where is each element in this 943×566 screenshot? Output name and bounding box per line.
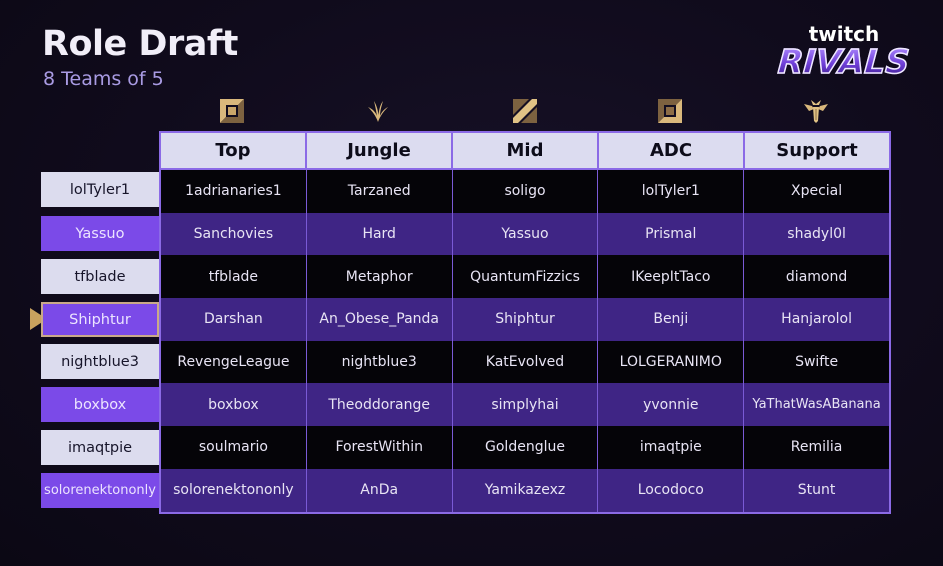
player-cell: Xpecial — [791, 183, 843, 200]
table-row: soulmario ForestWithin Goldenglue imaqtp… — [161, 426, 889, 469]
column-header-adc: ADC — [599, 133, 745, 168]
player-cell: Metaphor — [307, 255, 453, 299]
captain-button[interactable]: solorenektononly — [41, 473, 159, 508]
player-cell: Goldenglue — [453, 426, 599, 469]
jungle-icon — [365, 98, 391, 124]
player-cell: diamond — [785, 268, 848, 285]
captain-name: Shiphtur — [69, 311, 131, 328]
player-cell: solorenektononly — [161, 468, 307, 512]
player-cell: Swifte — [795, 354, 839, 371]
captain-name: nightblue3 — [61, 353, 139, 370]
column-header-mid: Mid — [453, 133, 599, 168]
mid-lane-icon — [512, 98, 538, 124]
table-row: tfblade Metaphor QuantumFizzics IKeepItT… — [161, 255, 889, 299]
player-cell: Locodoco — [598, 468, 745, 512]
player-cell: shadyl0l — [787, 226, 846, 243]
player-cell: LOLGERANIMO — [598, 340, 745, 384]
player-cell: Darshan — [161, 298, 307, 341]
role-draft-screen: Role Draft 8 Teams of 5 twitch RIVALS lo… — [0, 0, 943, 566]
player-cell: lolTyler1 — [598, 170, 745, 213]
player-cell: Remilia — [790, 439, 843, 456]
player-cell: Hard — [307, 212, 453, 256]
player-cell: imaqtpie — [598, 426, 745, 469]
column-header-support: Support — [776, 140, 858, 161]
captain-name: lolTyler1 — [69, 181, 131, 198]
table-row: RevengeLeague nightblue3 KatEvolved LOLG… — [161, 340, 889, 384]
player-cell: KatEvolved — [453, 340, 599, 384]
table-row: solorenektononly AnDa Yamikazexz Locodoc… — [161, 468, 889, 512]
player-cell: Yassuo — [453, 212, 599, 256]
support-icon — [803, 98, 829, 124]
captain-button[interactable]: imaqtpie — [41, 430, 159, 465]
table-row: 1adrianaries1 Tarzaned soligo lolTyler1 … — [161, 170, 889, 213]
player-cell: Sanchovies — [161, 212, 307, 256]
player-cell: simplyhai — [453, 383, 599, 427]
column-header-top: Top — [161, 133, 307, 168]
player-cell: IKeepItTaco — [598, 255, 745, 299]
player-cell: Stunt — [797, 482, 836, 499]
player-cell: yvonnie — [598, 383, 745, 427]
captain-name: Yassuo — [75, 225, 125, 242]
player-cell: An_Obese_Panda — [307, 298, 453, 341]
player-cell: Benji — [598, 298, 745, 341]
player-cell: soligo — [453, 170, 599, 213]
player-cell: Theoddorange — [307, 383, 453, 427]
captain-name: imaqtpie — [67, 439, 133, 456]
captain-button[interactable]: lolTyler1 — [41, 172, 159, 207]
table-row: Sanchovies Hard Yassuo Prismal shadyl0l — [161, 212, 889, 256]
table-row: boxbox Theoddorange simplyhai yvonnie Ya… — [161, 383, 889, 427]
logo-twitch-text: twitch — [808, 22, 880, 46]
table-header: Top Jungle Mid ADC Support — [161, 133, 889, 170]
player-cell: Tarzaned — [307, 170, 453, 213]
player-cell: Prismal — [598, 212, 745, 256]
player-cell: 1adrianaries1 — [161, 170, 307, 213]
player-cell: Hanjarolol — [781, 311, 852, 328]
page-title: Role Draft — [42, 24, 238, 64]
bot-lane-icon — [657, 98, 683, 124]
player-cell: tfblade — [161, 255, 307, 299]
draft-table: Top Jungle Mid ADC Support 1adrianaries1… — [159, 131, 891, 514]
captain-button[interactable]: boxbox — [41, 387, 159, 422]
twitch-rivals-logo: twitch RIVALS — [776, 22, 912, 82]
player-cell: AnDa — [307, 468, 453, 512]
captain-button-selected[interactable]: Shiphtur — [41, 302, 159, 337]
captain-name: boxbox — [73, 396, 127, 413]
captain-name: tfblade — [74, 268, 126, 285]
player-cell: YaThatWasABanana — [752, 397, 881, 413]
player-cell: soulmario — [161, 426, 307, 469]
player-cell: QuantumFizzics — [453, 255, 599, 299]
player-cell: boxbox — [161, 383, 307, 427]
captain-button[interactable]: tfblade — [41, 259, 159, 294]
player-cell: Shiphtur — [453, 298, 599, 341]
table-row: Darshan An_Obese_Panda Shiphtur Benji Ha… — [161, 298, 889, 341]
captain-name: solorenektononly — [44, 483, 156, 498]
captain-button[interactable]: nightblue3 — [41, 344, 159, 379]
player-cell: nightblue3 — [307, 340, 453, 384]
column-header-jungle: Jungle — [307, 133, 453, 168]
player-cell: Yamikazexz — [453, 468, 599, 512]
player-cell: RevengeLeague — [161, 340, 307, 384]
page-subtitle: 8 Teams of 5 — [43, 68, 164, 90]
captain-button[interactable]: Yassuo — [41, 216, 159, 251]
player-cell: ForestWithin — [307, 426, 453, 469]
top-lane-icon — [219, 98, 245, 124]
logo-rivals-text: RIVALS — [776, 41, 912, 82]
